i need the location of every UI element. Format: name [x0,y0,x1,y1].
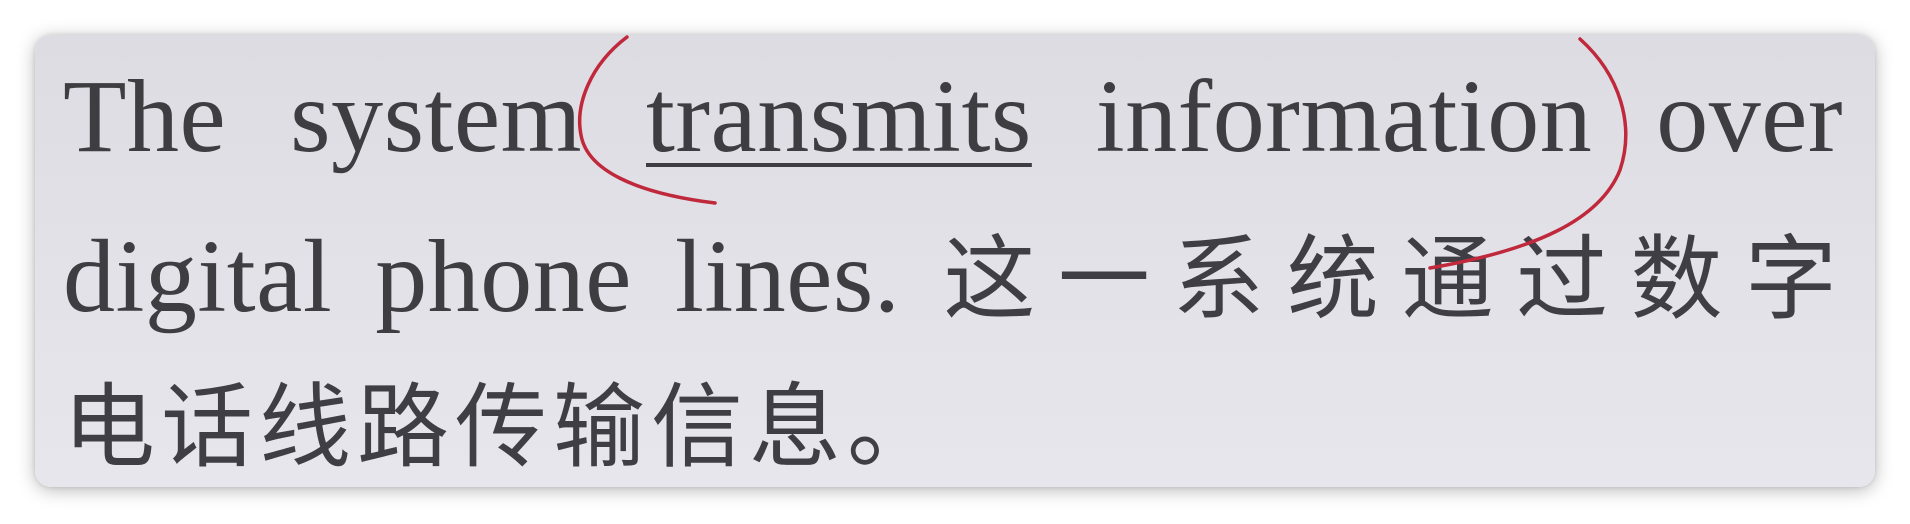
text-line-2: digital phone lines. 这一系统通过数字 [63,205,1843,338]
word-transmits-underlined: transmits [646,59,1032,174]
word-phone: phone [375,219,632,334]
word-information: information [1095,59,1593,174]
word-over: over [1656,59,1844,174]
word-digital: digital [63,219,333,334]
word-system: system [290,59,583,174]
slide-frame: The system transmits information over di… [35,35,1875,487]
text-line-1: The system transmits information over [63,57,1843,176]
word-the: The [63,59,227,174]
text-line-3: 电话线路传输信息。 [63,353,945,486]
word-lines: lines. [674,219,901,334]
chinese-translation-part-1: 这一系统通过数字 [943,226,1843,333]
chinese-translation-part-2: 电话线路传输信息。 [63,374,946,481]
